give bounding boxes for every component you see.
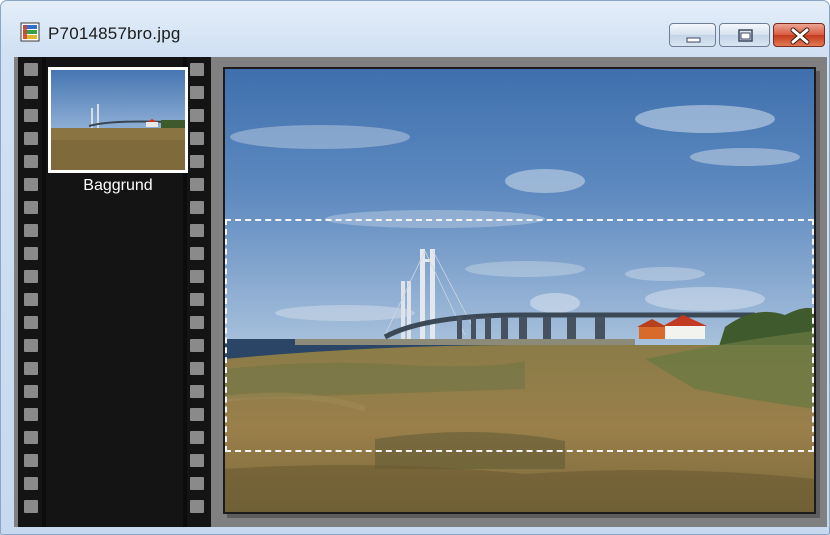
- window-title: P7014857bro.jpg: [48, 24, 181, 43]
- layer-thumbnail-image: [51, 70, 185, 170]
- layer-thumbnail[interactable]: [48, 67, 188, 173]
- title-bar[interactable]: P7014857bro.jpg: [1, 1, 829, 51]
- minimize-icon: [686, 37, 701, 43]
- layer-name-label[interactable]: Baggrund: [38, 177, 198, 195]
- close-icon: [790, 27, 810, 45]
- marquee-selection[interactable]: [225, 219, 814, 452]
- maximize-button[interactable]: [719, 23, 770, 47]
- photo-canvas[interactable]: [223, 67, 816, 514]
- filmstrip-perforations-left: [24, 63, 41, 523]
- maximize-icon: [738, 29, 753, 42]
- minimize-button[interactable]: [669, 23, 716, 47]
- layer-filmstrip: Baggrund: [18, 57, 211, 527]
- filmstrip-edge-left: [42, 57, 46, 527]
- image-window: P7014857bro.jpg Baggrund: [0, 0, 830, 535]
- close-button[interactable]: [773, 23, 825, 47]
- filmstrip-perforations-right: [190, 63, 207, 523]
- image-file-icon: [20, 22, 40, 42]
- workspace: Baggrund: [14, 57, 827, 527]
